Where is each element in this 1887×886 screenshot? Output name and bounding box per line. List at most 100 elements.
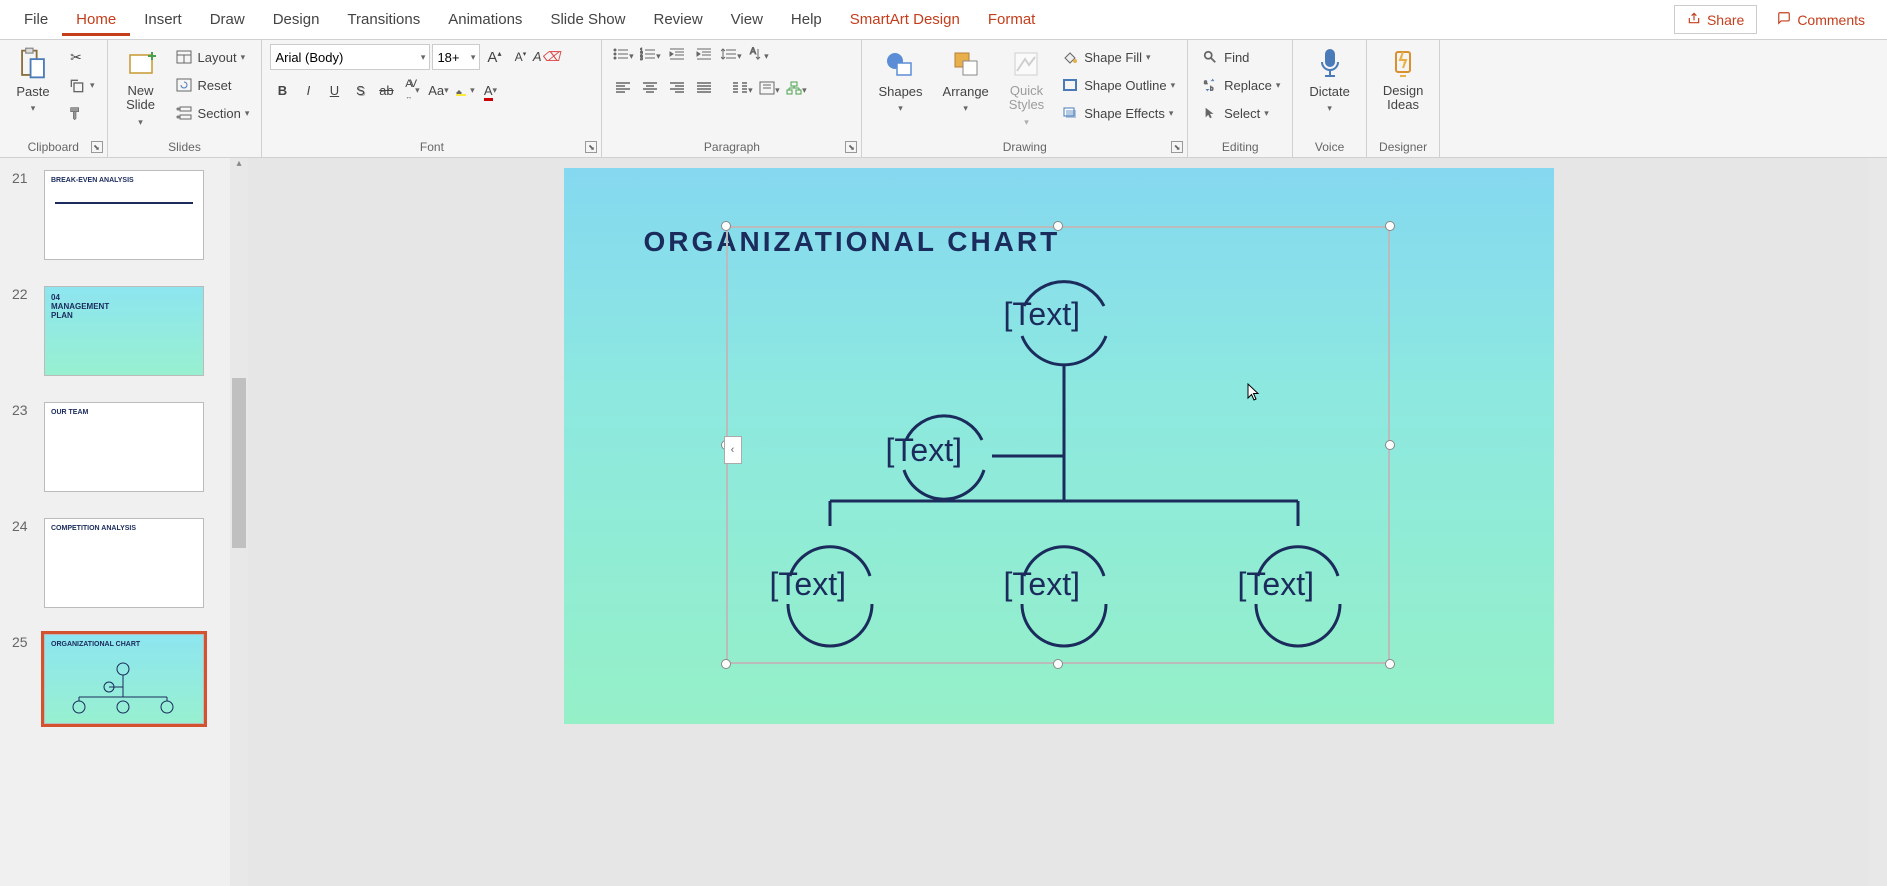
reset-button[interactable]: Reset	[170, 72, 254, 98]
shape-fill-button[interactable]: Shape Fill ▾	[1056, 44, 1179, 70]
resize-handle[interactable]	[721, 659, 731, 669]
comments-button[interactable]: Comments	[1765, 6, 1877, 33]
find-button[interactable]: Find	[1196, 44, 1284, 70]
paragraph-launcher[interactable]: ⬊	[845, 141, 857, 153]
change-case-button[interactable]: Aa▾	[426, 78, 450, 102]
format-painter-button[interactable]	[62, 100, 99, 126]
menu-review[interactable]: Review	[639, 3, 716, 36]
cut-button[interactable]: ✂	[62, 44, 99, 70]
menu-design[interactable]: Design	[259, 3, 334, 36]
shape-effects-button[interactable]: Shape Effects ▾	[1056, 100, 1179, 126]
slides-group-label: Slides	[116, 137, 254, 157]
menu-view[interactable]: View	[717, 3, 777, 36]
resize-handle[interactable]	[1053, 221, 1063, 231]
smartart-convert-button[interactable]: ▾	[783, 78, 809, 102]
numbering-button[interactable]: 123▾	[637, 44, 663, 68]
justify-button[interactable]	[691, 78, 717, 102]
select-button[interactable]: Select ▾	[1196, 100, 1284, 126]
org-node-child-1[interactable]: [Text]	[770, 566, 846, 603]
menu-transitions[interactable]: Transitions	[333, 3, 434, 36]
resize-handle[interactable]	[1053, 659, 1063, 669]
chevron-down-icon: ▾	[748, 85, 753, 96]
font-color-button[interactable]: A▾	[478, 78, 502, 102]
slide-canvas[interactable]: ORGANIZATIONAL CHART ‹	[564, 168, 1554, 724]
columns-icon	[732, 81, 748, 100]
arrange-button[interactable]: Arrange ▾	[935, 44, 997, 118]
dictate-button[interactable]: Dictate ▾	[1301, 44, 1357, 118]
thumbnail-25[interactable]: 25 ORGANIZATIONAL CHART	[0, 630, 248, 728]
menu-smartart-design[interactable]: SmartArt Design	[836, 3, 974, 36]
resize-handle[interactable]	[1385, 221, 1395, 231]
thumbnail-23[interactable]: 23 OUR TEAM	[0, 398, 248, 496]
align-text-button[interactable]: ▾	[756, 78, 782, 102]
shapes-button[interactable]: Shapes ▾	[870, 44, 930, 118]
thumbnail-22[interactable]: 22 04MANAGEMENTPLAN	[0, 282, 248, 380]
line-spacing-button[interactable]: ▾	[718, 44, 744, 68]
resize-handle[interactable]	[1385, 659, 1395, 669]
thumbnail-panel[interactable]: 21 BREAK-EVEN ANALYSIS 22 04MANAGEMENTPL…	[0, 158, 248, 886]
columns-button[interactable]: ▾	[729, 78, 755, 102]
text-direction-button[interactable]: A▾	[745, 44, 771, 68]
menu-file[interactable]: File	[10, 3, 62, 36]
resize-handle[interactable]	[1385, 440, 1395, 450]
scrollbar-handle[interactable]	[232, 378, 246, 548]
share-label: Share	[1707, 12, 1744, 28]
drawing-group-label: Drawing	[870, 137, 1179, 157]
resize-handle[interactable]	[721, 221, 731, 231]
share-button[interactable]: Share	[1674, 5, 1757, 34]
menu-animations[interactable]: Animations	[434, 3, 536, 36]
paste-button[interactable]: Paste ▾	[8, 44, 58, 118]
shadow-button[interactable]: S	[348, 78, 372, 102]
increase-font-button[interactable]: A▴	[482, 45, 506, 69]
thumb-preview: 04MANAGEMENTPLAN	[44, 286, 204, 376]
menu-slideshow[interactable]: Slide Show	[536, 3, 639, 36]
chevron-down-icon: ▾	[898, 103, 903, 114]
clear-formatting-button[interactable]: A⌫	[534, 45, 558, 69]
slide-canvas-area[interactable]: ORGANIZATIONAL CHART ‹	[248, 158, 1869, 886]
shadow-icon: S	[356, 83, 365, 98]
layout-button[interactable]: Layout ▾	[170, 44, 254, 70]
thumbnail-scrollbar[interactable]: ▴	[230, 158, 248, 886]
shape-outline-button[interactable]: Shape Outline ▾	[1056, 72, 1179, 98]
menu-format[interactable]: Format	[974, 3, 1050, 36]
menu-help[interactable]: Help	[777, 3, 836, 36]
thumbnail-24[interactable]: 24 COMPETITION ANALYSIS	[0, 514, 248, 612]
align-left-button[interactable]	[610, 78, 636, 102]
strikethrough-button[interactable]: ab	[374, 78, 398, 102]
canvas-scrollbar[interactable]	[1869, 158, 1887, 886]
font-family-select[interactable]: Arial (Body)▾	[270, 44, 430, 70]
bullets-button[interactable]: ▾	[610, 44, 636, 68]
org-node-top[interactable]: [Text]	[1004, 296, 1080, 333]
menu-draw[interactable]: Draw	[196, 3, 259, 36]
align-right-button[interactable]	[664, 78, 690, 102]
org-chart[interactable]: [Text] [Text] [Text] [Text] [Text]	[744, 256, 1384, 656]
decrease-font-button[interactable]: A▾	[508, 45, 532, 69]
bold-button[interactable]: B	[270, 78, 294, 102]
org-node-child-2[interactable]: [Text]	[1004, 566, 1080, 603]
drawing-launcher[interactable]: ⬊	[1171, 141, 1183, 153]
clipboard-launcher[interactable]: ⬊	[91, 141, 103, 153]
font-size-select[interactable]: 18+▾	[432, 44, 480, 70]
quick-styles-button[interactable]: Quick Styles ▾	[1001, 44, 1052, 132]
align-center-button[interactable]	[637, 78, 663, 102]
increase-indent-button[interactable]	[691, 44, 717, 68]
new-slide-button[interactable]: New Slide ▾	[116, 44, 166, 132]
font-launcher[interactable]: ⬊	[585, 141, 597, 153]
org-node-assistant[interactable]: [Text]	[886, 432, 962, 469]
highlight-button[interactable]: ▾	[452, 78, 476, 102]
decrease-indent-button[interactable]	[664, 44, 690, 68]
org-node-child-3[interactable]: [Text]	[1238, 566, 1314, 603]
text-pane-toggle[interactable]: ‹	[724, 436, 742, 464]
underline-button[interactable]: U	[322, 78, 346, 102]
thumbnail-21[interactable]: 21 BREAK-EVEN ANALYSIS	[0, 166, 248, 264]
strikethrough-icon: ab	[379, 83, 393, 98]
menu-home[interactable]: Home	[62, 3, 130, 36]
copy-button[interactable]: ▾	[62, 72, 99, 98]
decrease-indent-icon	[669, 47, 685, 66]
design-ideas-button[interactable]: Design Ideas	[1375, 44, 1431, 117]
italic-button[interactable]: I	[296, 78, 320, 102]
section-button[interactable]: Section ▾	[170, 100, 254, 126]
char-spacing-button[interactable]: AV↔▾	[400, 78, 424, 102]
replace-button[interactable]: abReplace ▾	[1196, 72, 1284, 98]
menu-insert[interactable]: Insert	[130, 3, 196, 36]
